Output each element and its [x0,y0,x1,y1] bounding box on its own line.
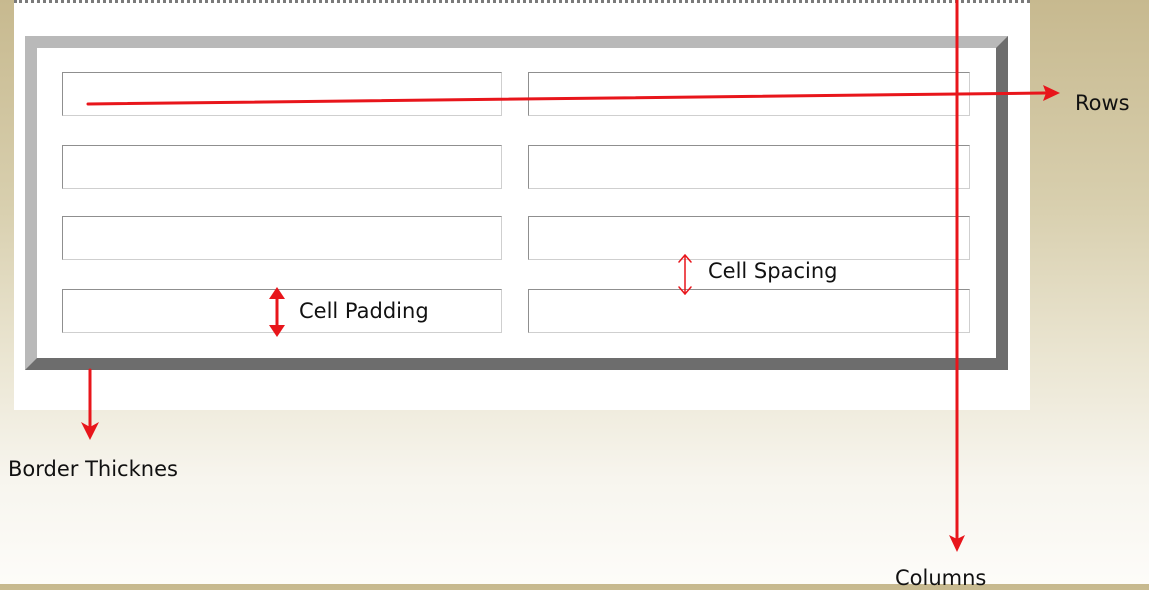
rows-arrow-line [86,91,1047,106]
annotation-arrows [81,0,1060,552]
columns-label: Columns [895,566,987,590]
border-thickness-label: Border Thicknes [8,457,178,481]
cell-spacing-label: Cell Spacing [708,259,838,283]
cell-padding-arrow-head-bottom [269,325,285,337]
cell-padding-arrow-head-top [269,287,285,299]
cell-padding-label: Cell Padding [299,299,429,323]
rows-label: Rows [1075,91,1130,115]
